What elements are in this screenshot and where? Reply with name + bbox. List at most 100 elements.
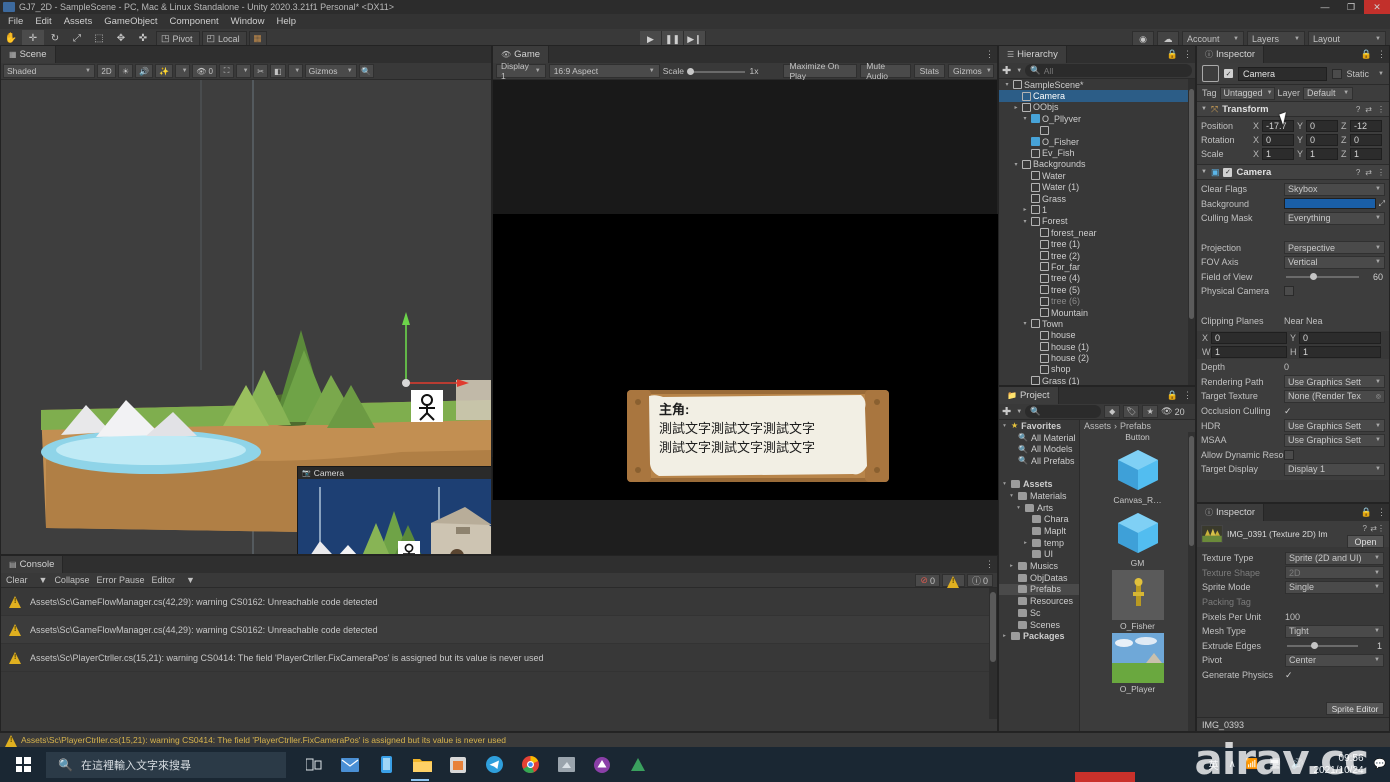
chevron-down-icon[interactable]: ▼ <box>1201 106 1207 112</box>
lighting-toggle[interactable]: ☀ <box>118 64 133 78</box>
project-tree-item[interactable]: Resources <box>999 595 1079 607</box>
chevron-down-icon[interactable]: ▼ <box>1375 245 1381 251</box>
chevron-down-icon[interactable]: ▼ <box>1375 437 1381 443</box>
project-grid-scrollbar[interactable] <box>1188 432 1195 731</box>
slider-value[interactable]: 1 <box>1377 641 1382 651</box>
help-icon[interactable]: ? <box>1356 168 1360 177</box>
chevron-down-icon[interactable]: ▾ <box>1003 81 1011 88</box>
warning-count[interactable] <box>942 574 965 587</box>
hierarchy-item[interactable]: ▾SampleScene*› <box>999 79 1195 90</box>
property-dropdown[interactable]: Perspective▼ <box>1284 241 1385 254</box>
project-tree-item[interactable]: ▾Materials <box>999 490 1079 502</box>
axis-field-y[interactable]: 1 <box>1306 148 1338 160</box>
chevron-right-icon[interactable]: ▸ <box>1021 206 1029 213</box>
hierarchy-tree[interactable]: ▾SampleScene*›Camera▸OObjs▾O_Pllyver›O_F… <box>999 79 1195 385</box>
scale-slider-knob[interactable] <box>687 68 694 75</box>
chevron-down-icon[interactable]: ▾ <box>1012 161 1020 168</box>
log-count[interactable]: ⓘ 0 <box>967 574 993 587</box>
hierarchy-item[interactable]: house (1) <box>999 341 1195 352</box>
sprite-editor-button[interactable]: Sprite Editor <box>1326 702 1384 715</box>
property-dropdown[interactable]: Center▼ <box>1285 654 1384 667</box>
hierarchy-item[interactable]: O_Fisher› <box>999 136 1195 147</box>
breadcrumb-item[interactable]: Prefabs <box>1120 421 1151 431</box>
chevron-down-icon[interactable]: ▼ <box>1201 169 1207 175</box>
hierarchy-item[interactable] <box>999 125 1195 136</box>
axis-field-y[interactable]: 0 <box>1306 134 1338 146</box>
layer-dropdown[interactable]: Default ▼ <box>1303 87 1353 100</box>
gizmos-icon-button[interactable]: ◧ <box>270 64 286 78</box>
project-tree-item[interactable] <box>999 467 1079 479</box>
kebab-menu-icon[interactable]: ⋮ <box>1377 49 1386 60</box>
tab-game[interactable]: 👁 Game <box>493 46 549 63</box>
scene-viewport[interactable]: 📷 Camera <box>1 80 491 554</box>
chevron-down-icon[interactable]: ▼ <box>1375 186 1381 192</box>
project-tree-item[interactable]: Sc <box>999 607 1079 619</box>
chevron-right-icon[interactable]: ▸ <box>1008 563 1015 569</box>
tab-inspector[interactable]: ⓘ Inspector <box>1197 46 1264 63</box>
2d-toggle[interactable]: 2D <box>97 64 116 78</box>
project-tree-item[interactable]: Prefabs <box>999 584 1079 596</box>
chevron-down-icon[interactable]: ▼ <box>1374 555 1380 561</box>
property-slider[interactable]: 1 <box>1285 640 1384 651</box>
preset-icon[interactable]: ⇄ <box>1370 524 1377 533</box>
maximize-on-play-toggle[interactable]: Maximize On Play <box>783 64 857 78</box>
hierarchy-item[interactable]: shop <box>999 364 1195 375</box>
project-tree-item[interactable]: 🔍All Material <box>999 432 1079 444</box>
game-panel-menu[interactable]: ⋮ <box>985 49 994 60</box>
fx-toggle[interactable]: ✨ <box>155 64 173 78</box>
project-tree-item[interactable]: 🔍All Models <box>999 443 1079 455</box>
axis-field-y[interactable]: 0 <box>1306 120 1338 132</box>
hierarchy-item[interactable]: Water (1) <box>999 182 1195 193</box>
collapse-toggle[interactable]: Collapse <box>54 575 89 585</box>
property-dropdown[interactable]: Skybox▼ <box>1284 183 1385 196</box>
axis-field-z[interactable]: 0 <box>1350 134 1382 146</box>
hierarchy-item[interactable]: tree (2) <box>999 250 1195 261</box>
property-dropdown[interactable]: 2D▼ <box>1285 566 1384 579</box>
chevron-down-icon[interactable]: ▾ <box>1021 218 1029 225</box>
hierarchy-item[interactable]: ▸1 <box>999 204 1195 215</box>
object-active-checkbox[interactable]: ✓ <box>1224 69 1233 78</box>
viewport-w-field[interactable]: 1 <box>1211 346 1287 358</box>
property-dropdown[interactable]: Single▼ <box>1285 581 1384 594</box>
axis-field-x[interactable]: 0 <box>1262 134 1294 146</box>
kebab-menu-icon[interactable]: ⋮ <box>1377 524 1385 533</box>
property-checkbox[interactable]: ✓ <box>1285 670 1293 681</box>
tab-scene[interactable]: ▦ Scene <box>1 46 56 63</box>
hierarchy-scrollbar[interactable] <box>1188 79 1195 385</box>
chevron-right-icon[interactable]: ▸ <box>1001 633 1008 639</box>
menu-edit[interactable]: Edit <box>35 16 51 27</box>
menu-file[interactable]: File <box>8 16 23 27</box>
kebab-menu-icon[interactable]: ⋮ <box>1183 390 1192 401</box>
project-tree-item[interactable]: Chara <box>999 514 1079 526</box>
property-dropdown[interactable]: Use Graphics Sett▼ <box>1284 434 1385 447</box>
property-dropdown[interactable]: Use Graphics Sett▼ <box>1284 375 1385 388</box>
tool-icon[interactable] <box>622 748 654 781</box>
error-pause-toggle[interactable]: Error Pause <box>96 575 144 585</box>
audio-toggle[interactable]: 🔊 <box>135 64 153 78</box>
tab-console[interactable]: ▤ Console <box>1 556 63 573</box>
scene-camera-dropdown[interactable]: ▼ <box>236 64 251 78</box>
tab-hierarchy[interactable]: ☰ Hierarchy <box>999 46 1067 63</box>
display-icon[interactable]: 🖥 <box>1268 759 1281 770</box>
scene-visibility-toggle[interactable]: 👁 0 <box>192 64 217 78</box>
menu-help[interactable]: Help <box>276 16 296 27</box>
lock-icon[interactable]: 🔒 <box>1167 390 1178 401</box>
ime-indicator[interactable]: 英 <box>1209 757 1219 772</box>
static-checkbox[interactable] <box>1332 69 1342 79</box>
asset-item[interactable]: GM <box>1112 507 1164 568</box>
mail-icon[interactable] <box>334 748 366 781</box>
search-by-type-icon[interactable]: ◆ <box>1104 405 1120 418</box>
tab-inspector-2[interactable]: ⓘ Inspector <box>1197 504 1264 521</box>
hierarchy-item[interactable]: ▾Backgrounds <box>999 159 1195 170</box>
editor-dropdown[interactable]: Editor <box>152 575 176 585</box>
project-tree-item[interactable]: 🔍All Prefabs <box>999 455 1079 467</box>
hierarchy-item[interactable]: ▾O_Pllyver› <box>999 113 1195 124</box>
asset-item[interactable]: Button <box>1125 432 1150 442</box>
axis-field-z[interactable]: 1 <box>1350 148 1382 160</box>
shading-mode-dropdown[interactable]: Shaded ▼ <box>3 64 95 78</box>
project-tree-item[interactable]: ▾★Favorites <box>999 420 1079 432</box>
display-dropdown[interactable]: Display 1 ▼ <box>496 64 546 78</box>
chevron-down-icon[interactable]: ▼ <box>1375 259 1381 265</box>
clear-button[interactable]: Clear <box>6 575 28 585</box>
chevron-down-icon[interactable]: ▼ <box>1374 628 1380 634</box>
